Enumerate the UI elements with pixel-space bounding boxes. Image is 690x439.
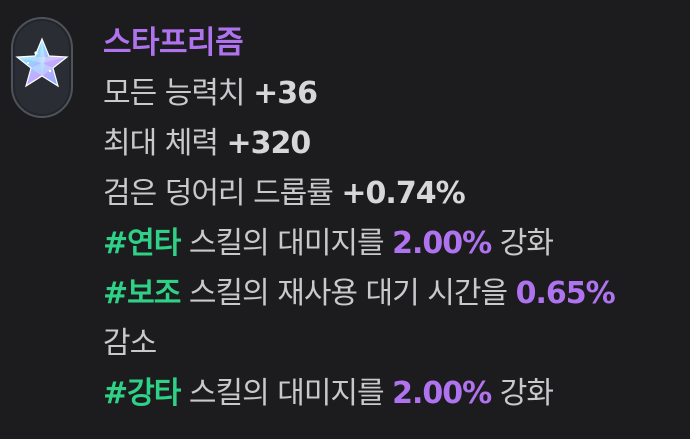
skill-tag: #연타 xyxy=(103,226,181,261)
effect-text: 감소 xyxy=(103,326,157,361)
effect-value: 0.65% xyxy=(515,276,616,311)
tooltip-content: 스타프리즘 모든 능력치 +36 최대 체력 +320 검은 덩어리 드롭률 +… xyxy=(103,17,683,419)
stat-max-hp: 최대 체력 +320 xyxy=(103,119,683,169)
stat-value: +0.74% xyxy=(341,176,465,211)
item-name: 스타프리즘 xyxy=(103,25,244,61)
item-tooltip: 스타프리즘 모든 능력치 +36 최대 체력 +320 검은 덩어리 드롭률 +… xyxy=(0,0,690,439)
effect-text: 스킬의 대미지를 xyxy=(180,226,393,261)
skill-tag: #보조 xyxy=(103,276,181,311)
effect-line-continued: 감소 xyxy=(103,319,683,369)
skill-tag: #강타 xyxy=(103,376,181,411)
effect-text: 강화 xyxy=(491,376,554,411)
effect-line: #연타 스킬의 대미지를 2.00% 강화 xyxy=(103,219,683,269)
stat-value: +36 xyxy=(253,76,318,111)
effect-line: #강타 스킬의 대미지를 2.00% 강화 xyxy=(103,369,683,419)
effect-text: 스킬의 대미지를 xyxy=(180,376,393,411)
stat-label: 최대 체력 xyxy=(103,126,227,161)
stat-drop-rate: 검은 덩어리 드롭률 +0.74% xyxy=(103,169,683,219)
effect-text: 스킬의 재사용 대기 시간을 xyxy=(180,276,516,311)
stat-value: +320 xyxy=(226,126,311,161)
effect-line: #보조 스킬의 재사용 대기 시간을 0.65% xyxy=(103,269,683,319)
item-icon-frame xyxy=(11,17,73,118)
stat-label: 검은 덩어리 드롭률 xyxy=(103,176,342,211)
stat-label: 모든 능력치 xyxy=(103,76,254,111)
star-prism-icon xyxy=(15,37,69,88)
effect-value: 2.00% xyxy=(392,226,492,261)
effect-value: 2.00% xyxy=(392,376,492,411)
stat-all-stats: 모든 능력치 +36 xyxy=(103,69,683,119)
effect-text: 강화 xyxy=(491,226,554,261)
